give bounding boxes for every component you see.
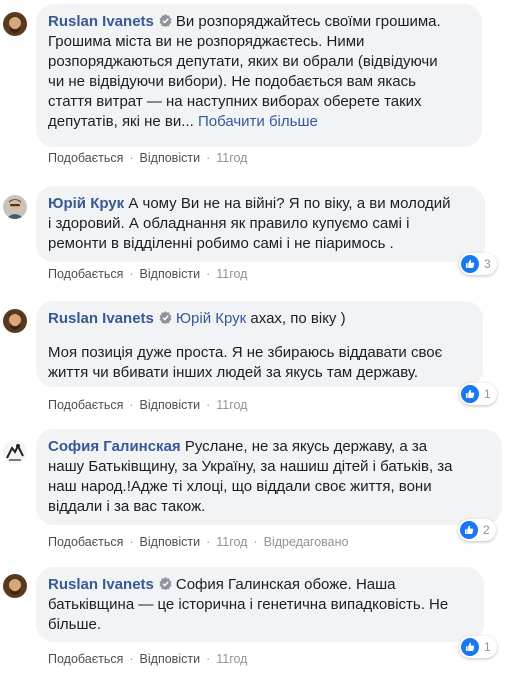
avatar[interactable] — [3, 195, 27, 219]
separator-dot: · — [129, 151, 134, 165]
separator-dot: · — [206, 652, 211, 666]
verified-badge-icon — [159, 310, 172, 324]
separator-dot: · — [129, 267, 134, 281]
reply-link[interactable]: Відповісти — [140, 652, 201, 666]
edited-label[interactable]: Відредаговано — [264, 535, 349, 549]
avatar[interactable] — [3, 309, 27, 333]
reaction-count[interactable]: 1 — [459, 383, 497, 405]
like-link[interactable]: Подобається — [48, 267, 123, 281]
comment-line: Грошима міста ви не розпоряджаєтесь. Ним… — [48, 33, 365, 50]
like-link[interactable]: Подобається — [48, 535, 123, 549]
comment-line: Юрій Крук А чому Ви не на війні? Я по ві… — [48, 195, 451, 212]
reply-link[interactable]: Відповісти — [140, 398, 201, 412]
comment-line: Ruslan Ivanets Юрій Крук ахах, по віку ) — [48, 310, 346, 327]
author-name[interactable]: Ruslan Ivanets — [48, 13, 154, 30]
avatar[interactable] — [3, 574, 27, 598]
comment-line: Ruslan Ivanets София Галинская обоже. Наш… — [48, 576, 396, 593]
timestamp[interactable]: 11год — [216, 398, 247, 412]
author-name[interactable]: Ruslan Ivanets — [48, 310, 154, 327]
author-name[interactable]: Ruslan Ivanets — [48, 576, 154, 593]
comment-line: і здоровий. А обладнання як правило купу… — [48, 215, 410, 232]
reaction-count[interactable]: 2 — [458, 519, 496, 541]
timestamp[interactable]: 11год — [216, 267, 247, 281]
author-name[interactable]: Юрій Крук — [48, 195, 124, 212]
verified-badge-icon — [159, 13, 172, 27]
comment-line: ремонти в відділенні робимо самі і не пі… — [48, 235, 394, 252]
separator-dot: · — [206, 535, 211, 549]
like-link[interactable]: Подобається — [48, 151, 123, 165]
reaction-count[interactable]: 3 — [459, 253, 497, 275]
thumbs-up-icon — [461, 385, 479, 403]
comment-line: депутатів, які не ви... Побачити більше — [48, 113, 318, 130]
comment-actions: Подобається · Відповісти · 11год — [48, 651, 247, 667]
comment-line: наш народ.!Адже ті хлоці, що віддали сво… — [48, 478, 432, 495]
comment-line: більше. — [48, 616, 102, 633]
comment-line: чи не відвідуючи вибори). Не подобається… — [48, 73, 416, 90]
mention-link[interactable]: Юрій Крук — [176, 310, 246, 327]
comment-actions: Подобається · Відповісти · 11год · Відредагова… — [48, 534, 348, 550]
see-more-link[interactable]: Побачити більше — [198, 113, 318, 130]
thumbs-up-icon — [460, 521, 478, 539]
thumbs-up-icon — [461, 255, 479, 273]
comment-bubble: Ruslan Ivanets Ви розпоряджайтесь своїми … — [36, 4, 482, 147]
like-link[interactable]: Подобається — [48, 652, 123, 666]
comment-line: розпоряджаються депутати, яких ви обрали… — [48, 53, 438, 70]
separator-dot: · — [206, 267, 211, 281]
separator-dot: · — [206, 151, 211, 165]
comment-bubble: Ruslan Ivanets София Галинская обоже. Наш… — [36, 567, 484, 642]
timestamp[interactable]: 11год — [216, 652, 247, 666]
avatar[interactable] — [3, 440, 27, 464]
comment-actions: Подобається · Відповісти · 11год — [48, 150, 247, 166]
comment-actions: Подобається · Відповісти · 11год — [48, 266, 247, 282]
comment-bubble: София Галинская Руслане, не за якусь дер… — [36, 429, 502, 525]
timestamp[interactable]: 11год — [216, 151, 247, 165]
comment-line: батьківщина — це історична і генетична в… — [48, 596, 449, 613]
comment-line: життя чи вбивати інших людей за якусь та… — [48, 364, 419, 381]
reply-link[interactable]: Відповісти — [140, 267, 201, 281]
comment-line: нашу Батьківщину, за Україну, за нашиш д… — [48, 458, 453, 475]
like-link[interactable]: Подобається — [48, 398, 123, 412]
avatar[interactable] — [3, 12, 27, 36]
comment-line: віддали і за вас також. — [48, 498, 206, 515]
separator-dot: · — [129, 535, 134, 549]
separator-dot: · — [253, 535, 258, 549]
reply-link[interactable]: Відповісти — [140, 535, 201, 549]
author-name[interactable]: София Галинская — [48, 438, 181, 455]
comment-bubble: Ruslan Ivanets Юрій Крук ахах, по віку ) … — [36, 301, 483, 387]
comment-line: Моя позиція дуже проста. Я не збираюсь в… — [48, 344, 443, 361]
comment-line: София Галинская Руслане, не за якусь дер… — [48, 438, 428, 455]
reply-link[interactable]: Відповісти — [140, 151, 201, 165]
verified-badge-icon — [159, 576, 172, 590]
separator-dot: · — [129, 398, 134, 412]
comment-actions: Подобається · Відповісти · 11год — [48, 397, 247, 413]
comment-bubble: Юрій Крук А чому Ви не на війні? Я по ві… — [36, 186, 485, 262]
thumbs-up-icon — [461, 638, 479, 656]
separator-dot: · — [129, 652, 134, 666]
comment-line: Ruslan Ivanets Ви розпоряджайтесь своїми … — [48, 13, 441, 30]
separator-dot: · — [206, 398, 211, 412]
timestamp[interactable]: 11год — [216, 535, 247, 549]
reaction-count[interactable]: 1 — [459, 636, 497, 658]
comment-line: стаття витрат — на наступних виборах обе… — [48, 93, 422, 110]
